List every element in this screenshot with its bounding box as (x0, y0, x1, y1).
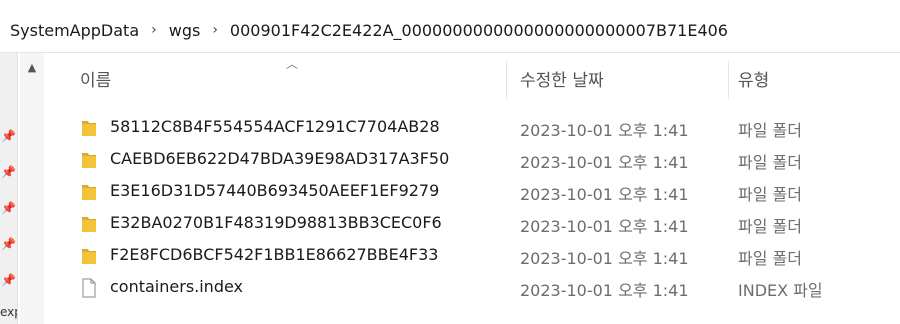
file-name[interactable]: E32BA0270B1F48319D98813BB3CEC0F6 (110, 213, 442, 232)
file-type: 파일 폴더 (738, 249, 802, 268)
file-name[interactable]: 58112C8B4F554554ACF1291C7704AB28 (110, 117, 440, 136)
file-date: 2023-10-01 오후 1:41 (520, 217, 689, 236)
file-type: 파일 폴더 (738, 185, 802, 204)
file-row[interactable]: E32BA0270B1F48319D98813BB3CEC0F6 2023-10… (44, 208, 900, 240)
chevron-right-icon[interactable]: › (151, 22, 157, 38)
file-row[interactable]: containers.index 2023-10-01 오후 1:41 INDE… (44, 272, 900, 304)
nav-item-label[interactable]: exp (0, 305, 17, 319)
folder-icon (80, 214, 98, 238)
file-type: INDEX 파일 (738, 281, 823, 300)
pin-icon: 📌 (1, 165, 16, 179)
file-row[interactable]: E3E16D31D57440B693450AEEF1EF9279 2023-10… (44, 176, 900, 208)
file-type: 파일 폴더 (738, 153, 802, 172)
address-divider (0, 52, 900, 53)
column-name-header[interactable]: 이름 (80, 66, 111, 91)
file-row[interactable]: 58112C8B4F554554ACF1291C7704AB28 2023-10… (44, 112, 900, 144)
file-icon (80, 278, 98, 302)
folder-icon (80, 246, 98, 270)
file-date: 2023-10-01 오후 1:41 (520, 249, 689, 268)
column-date-header[interactable]: 수정한 날짜 (520, 66, 604, 91)
breadcrumb-item-current[interactable]: 000901F42C2E422A_00000000000000000000000… (230, 21, 728, 40)
file-date: 2023-10-01 오후 1:41 (520, 121, 689, 140)
file-date: 2023-10-01 오후 1:41 (520, 185, 689, 204)
column-type-header[interactable]: 유형 (738, 66, 769, 91)
pin-icon: 📌 (1, 237, 16, 251)
file-type: 파일 폴더 (738, 217, 802, 236)
sort-ascending-icon: ︿ (286, 57, 299, 71)
file-name[interactable]: CAEBD6EB622D47BDA39E98AD317A3F50 (110, 149, 449, 168)
breadcrumb-item-wgs[interactable]: wgs (169, 21, 201, 40)
file-name[interactable]: containers.index (110, 277, 243, 296)
address-bar[interactable]: SystemAppData › wgs › 000901F42C2E422A_0… (0, 0, 900, 60)
file-type: 파일 폴더 (738, 121, 802, 140)
file-row[interactable]: F2E8FCD6BCF542F1BB1E86627BBE4F33 2023-10… (44, 240, 900, 272)
file-name[interactable]: F2E8FCD6BCF542F1BB1E86627BBE4F33 (110, 245, 438, 264)
file-date: 2023-10-01 오후 1:41 (520, 153, 689, 172)
column-separator[interactable] (728, 61, 729, 99)
navigation-pane[interactable]: 📌 📌 📌 📌 📌 exp (0, 53, 18, 324)
chevron-right-icon[interactable]: › (212, 22, 218, 38)
pin-icon: 📌 (1, 129, 16, 143)
column-separator[interactable] (506, 61, 507, 99)
pin-icon: 📌 (1, 273, 16, 287)
folder-icon (80, 118, 98, 142)
breadcrumb-item-systemappdata[interactable]: SystemAppData (10, 21, 139, 40)
folder-icon (80, 182, 98, 206)
file-name[interactable]: E3E16D31D57440B693450AEEF1EF9279 (110, 181, 439, 200)
nav-scrollbar[interactable]: ▲ (20, 53, 44, 324)
pin-icon: 📌 (1, 201, 16, 215)
scroll-up-arrow-icon[interactable]: ▲ (20, 57, 44, 77)
file-date: 2023-10-01 오후 1:41 (520, 281, 689, 300)
column-header: ︿ 이름 수정한 날짜 유형 (44, 55, 900, 105)
folder-icon (80, 150, 98, 174)
file-row[interactable]: CAEBD6EB622D47BDA39E98AD317A3F50 2023-10… (44, 144, 900, 176)
